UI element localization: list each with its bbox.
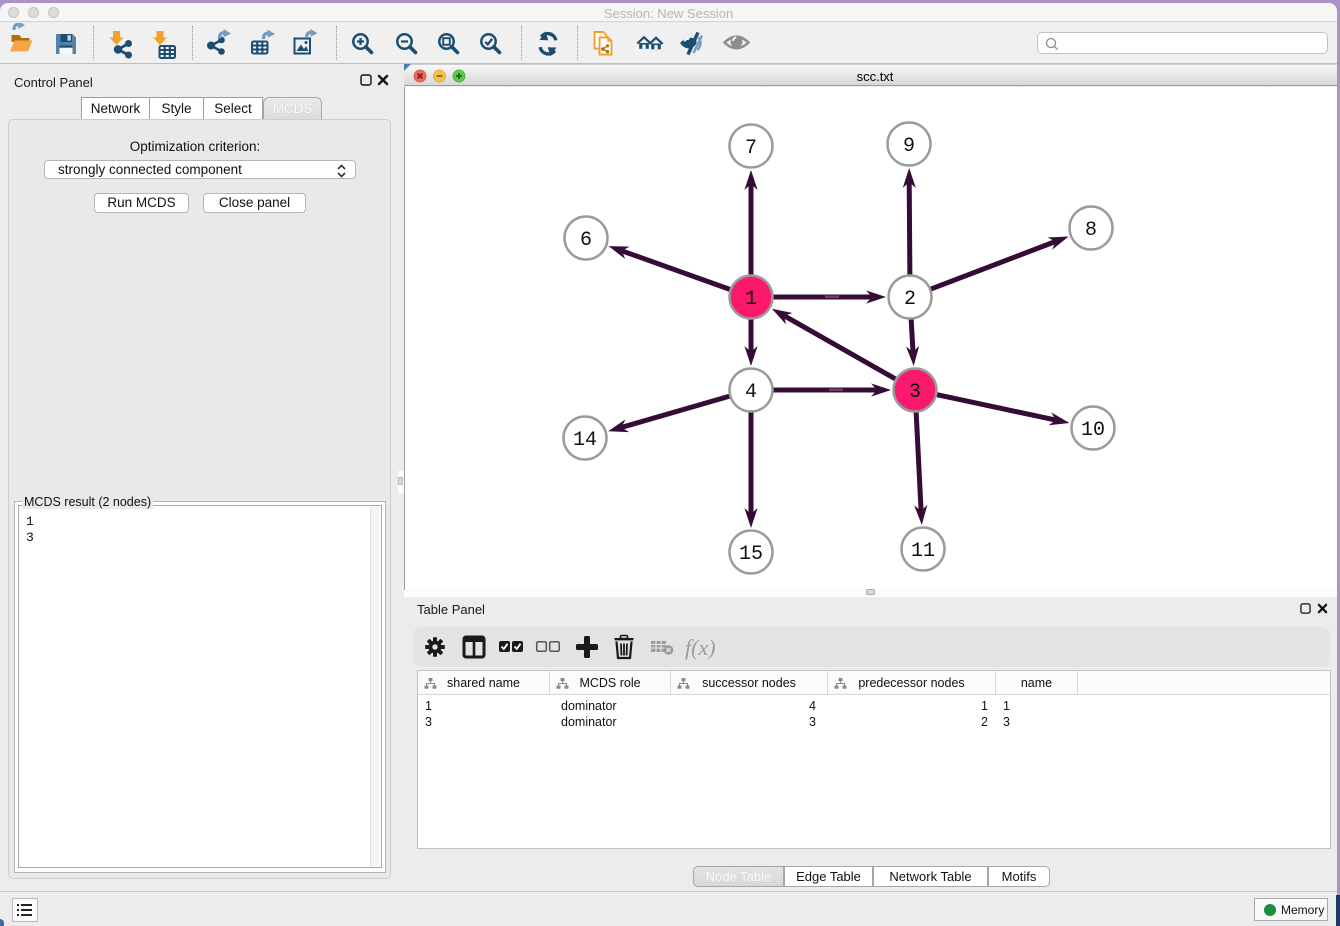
svg-text:2: 2 (904, 288, 916, 311)
svg-text:4: 4 (745, 381, 757, 404)
svg-text:14: 14 (573, 429, 597, 452)
svg-text:7: 7 (745, 137, 757, 160)
svg-text:1: 1 (745, 288, 757, 311)
svg-text:15: 15 (739, 543, 763, 566)
svg-text:9: 9 (903, 135, 915, 158)
svg-text:6: 6 (580, 229, 592, 252)
svg-text:f(x): f(x) (685, 635, 716, 660)
svg-text:10: 10 (1081, 419, 1105, 442)
svg-text:8: 8 (1085, 219, 1097, 242)
svg-text:11: 11 (911, 540, 935, 563)
svg-text:3: 3 (909, 381, 921, 404)
